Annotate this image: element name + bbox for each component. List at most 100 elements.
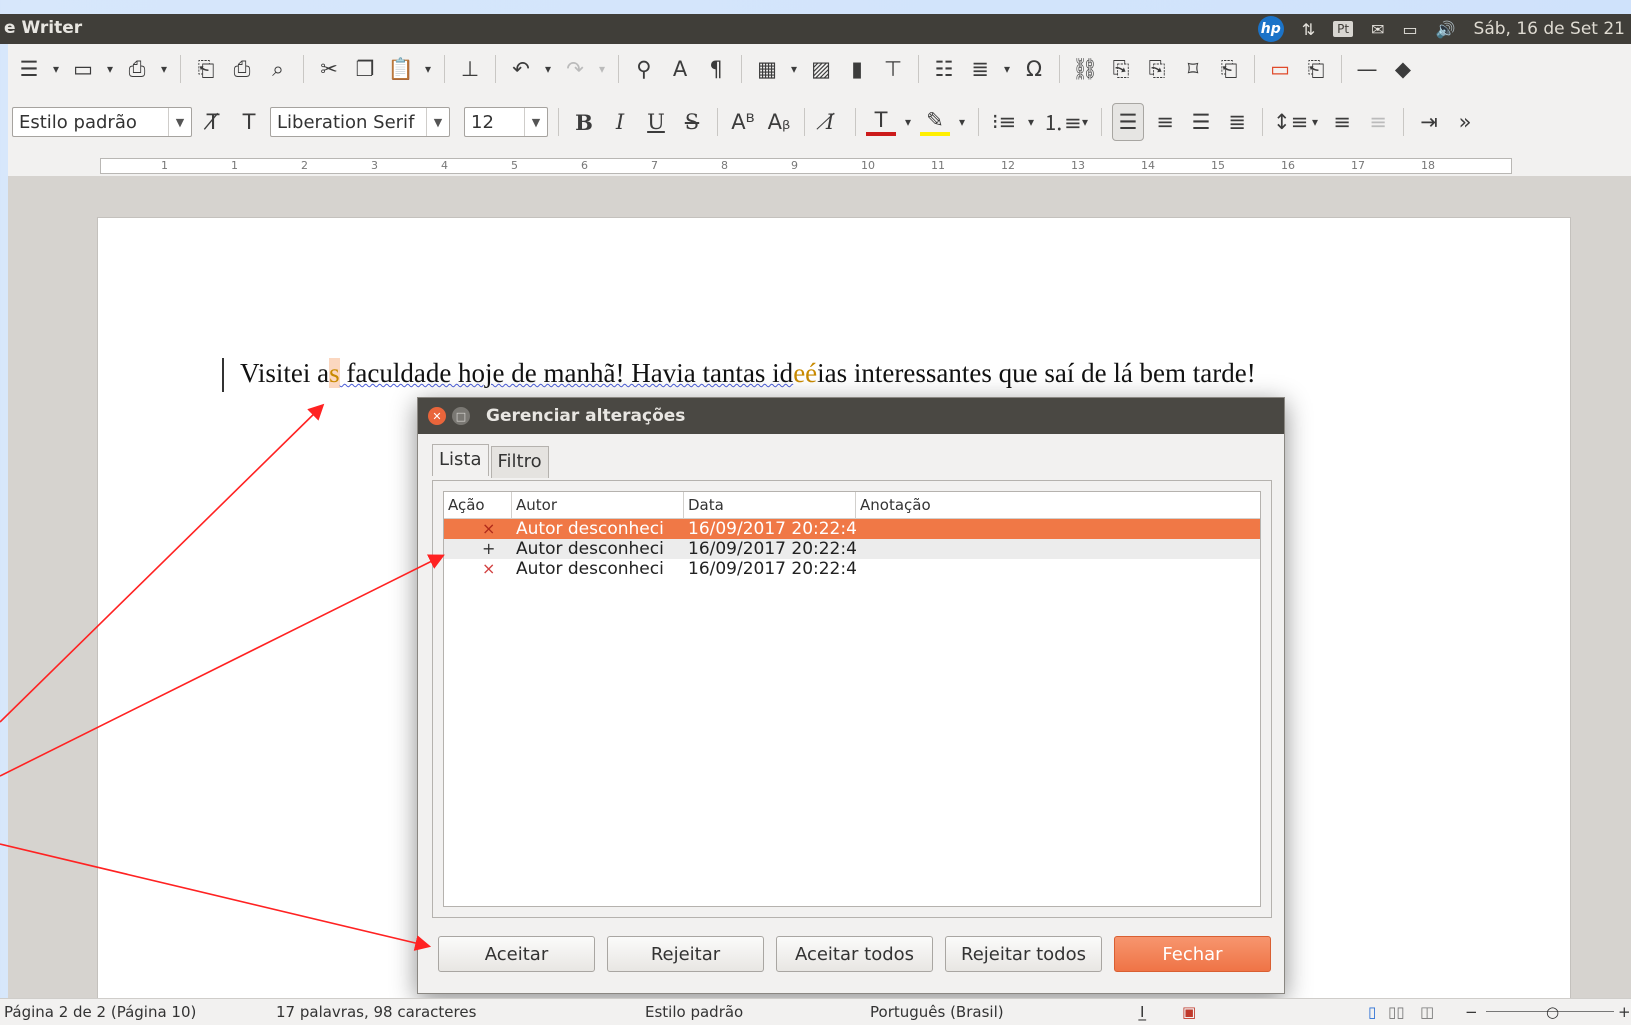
- zoom-slider-handle[interactable]: ○: [1546, 1003, 1559, 1021]
- battery-icon[interactable]: ▭: [1403, 20, 1418, 39]
- changes-list[interactable]: Ação Autor Data Anotação × Autor desconh…: [443, 491, 1261, 907]
- find-replace-icon[interactable]: ⚲: [629, 57, 659, 81]
- field-dropdown-icon[interactable]: ▾: [1001, 62, 1013, 76]
- align-right-icon[interactable]: ☰: [1186, 110, 1216, 134]
- reject-button[interactable]: Rejeitar: [607, 936, 764, 972]
- network-arrows-icon[interactable]: ⇅: [1302, 20, 1315, 39]
- single-page-view-icon[interactable]: ▯: [1368, 1003, 1376, 1021]
- close-icon[interactable]: ✕: [428, 407, 446, 425]
- paste-icon[interactable]: 📋: [386, 57, 416, 82]
- table-row[interactable]: × Autor desconheci 16/09/2017 20:22:4: [444, 559, 1260, 579]
- table-dropdown-icon[interactable]: ▾: [788, 62, 800, 76]
- spelling-icon[interactable]: A: [665, 57, 695, 81]
- highlighting-icon[interactable]: ✎: [920, 108, 950, 136]
- strikethrough-icon[interactable]: S: [677, 110, 707, 134]
- subscript-icon[interactable]: Aᵦ: [764, 110, 794, 134]
- font-size-combo[interactable]: 12 ▼: [464, 107, 548, 137]
- increase-indent-icon[interactable]: ⇥: [1414, 110, 1444, 134]
- formatting-marks-icon[interactable]: ¶: [701, 57, 731, 81]
- table-row[interactable]: × Autor desconheci 16/09/2017 20:22:4: [444, 519, 1260, 539]
- decrease-paragraph-spacing-icon[interactable]: ≡: [1363, 110, 1393, 134]
- track-changes-icon[interactable]: ⎗: [1301, 57, 1331, 82]
- hyperlink-icon[interactable]: ⛓: [1070, 57, 1100, 82]
- close-button[interactable]: Fechar: [1114, 936, 1271, 972]
- print-icon[interactable]: ⎙: [227, 57, 257, 82]
- keyboard-language-indicator[interactable]: Pt: [1333, 21, 1354, 37]
- insert-field-icon[interactable]: ≣: [965, 57, 995, 81]
- status-word-count[interactable]: 17 palavras, 98 caracteres: [276, 1003, 476, 1021]
- document-modified-icon[interactable]: ▣: [1182, 1003, 1196, 1021]
- dialog-titlebar[interactable]: ✕ □ Gerenciar alterações: [418, 398, 1284, 434]
- footnote-icon[interactable]: ⎘: [1106, 57, 1136, 82]
- unordered-list-icon[interactable]: ⁝≡: [989, 110, 1019, 134]
- comment-icon[interactable]: ▭: [1265, 57, 1295, 81]
- basic-shapes-icon[interactable]: ◆: [1388, 57, 1418, 81]
- print-preview-icon[interactable]: ⌕: [263, 57, 293, 82]
- endnote-icon[interactable]: ⎘: [1142, 57, 1172, 82]
- book-view-icon[interactable]: ◫: [1420, 1003, 1434, 1021]
- insert-page-break-icon[interactable]: ☷: [929, 57, 959, 81]
- insert-chart-icon[interactable]: ▮: [842, 57, 872, 81]
- superscript-icon[interactable]: Aᴮ: [728, 110, 758, 134]
- align-center-icon[interactable]: ≡: [1150, 110, 1180, 134]
- update-style-icon[interactable]: T̸: [198, 110, 228, 134]
- volume-icon[interactable]: 🔊: [1436, 20, 1456, 39]
- status-language[interactable]: Português (Brasil): [870, 1003, 1004, 1021]
- horizontal-ruler[interactable]: 1 1 2 3 4 5 6 7 8 9 10 11 12 13 14 15 16 17 18: [100, 158, 1512, 174]
- maximize-icon[interactable]: □: [452, 407, 470, 425]
- column-header-data[interactable]: Data: [684, 492, 856, 518]
- underline-icon[interactable]: U: [641, 110, 671, 134]
- font-name-combo[interactable]: Liberation Serif ▼: [270, 107, 450, 137]
- zoom-out-icon[interactable]: −: [1465, 1003, 1478, 1021]
- accept-button[interactable]: Aceitar: [438, 936, 595, 972]
- open-folder-icon[interactable]: ▭: [68, 57, 98, 81]
- spacing-dropdown-icon[interactable]: ▾: [1309, 115, 1321, 129]
- clock[interactable]: Sáb, 16 de Set 21: [1474, 19, 1625, 39]
- insert-line-icon[interactable]: —: [1352, 57, 1382, 81]
- chevron-down-icon[interactable]: ▼: [524, 108, 547, 136]
- ordered-list-dropdown-icon[interactable]: ▾: [1079, 115, 1091, 129]
- paragraph-style-combo[interactable]: Estilo padrão ▼: [12, 107, 192, 137]
- column-header-anotacao[interactable]: Anotação: [856, 492, 1260, 518]
- chevron-down-icon[interactable]: ▼: [168, 108, 191, 136]
- clear-formatting-icon[interactable]: I̸: [815, 110, 845, 134]
- highlight-dropdown-icon[interactable]: ▾: [956, 115, 968, 129]
- insert-table-icon[interactable]: ▦: [752, 57, 782, 81]
- table-row[interactable]: + Autor desconheci 16/09/2017 20:22:4: [444, 539, 1260, 559]
- increase-paragraph-spacing-icon[interactable]: ≡: [1327, 110, 1357, 134]
- tab-lista[interactable]: Lista: [432, 444, 489, 476]
- insert-mode-icon[interactable]: I̲: [1140, 1003, 1144, 1021]
- insert-textbox-icon[interactable]: ⊤: [878, 57, 908, 81]
- column-header-acao[interactable]: Ação: [444, 492, 512, 518]
- tracked-change-word[interactable]: eé: [793, 358, 817, 388]
- status-page[interactable]: Página 2 de 2 (Página 10): [4, 1003, 196, 1021]
- redo-icon[interactable]: ↷: [560, 57, 590, 81]
- undo-dropdown-icon[interactable]: ▾: [542, 62, 554, 76]
- tab-filtro[interactable]: Filtro: [490, 446, 549, 478]
- more-options-icon[interactable]: »: [1450, 110, 1480, 134]
- tracked-insertion[interactable]: s: [329, 358, 340, 388]
- save-icon[interactable]: ⎙: [122, 57, 152, 82]
- font-color-dropdown-icon[interactable]: ▾: [902, 115, 914, 129]
- export-pdf-icon[interactable]: ⎗: [191, 57, 221, 82]
- align-left-icon[interactable]: ☰: [1112, 103, 1144, 141]
- status-page-style[interactable]: Estilo padrão: [645, 1003, 743, 1021]
- line-spacing-icon[interactable]: ↕≡: [1273, 110, 1308, 134]
- bookmark-icon[interactable]: ⌑: [1178, 57, 1208, 81]
- multi-page-view-icon[interactable]: ▯▯: [1388, 1003, 1405, 1021]
- new-document-icon[interactable]: ☰: [14, 57, 44, 81]
- cut-icon[interactable]: ✂: [314, 57, 344, 81]
- document-paragraph[interactable]: Visitei as faculdade hoje de manhã! Havi…: [240, 358, 1256, 389]
- accept-all-button[interactable]: Aceitar todos: [776, 936, 933, 972]
- new-style-icon[interactable]: T: [234, 110, 264, 134]
- undo-icon[interactable]: ↶: [506, 57, 536, 81]
- paste-dropdown-icon[interactable]: ▾: [422, 62, 434, 76]
- insert-image-icon[interactable]: ▨: [806, 57, 836, 81]
- copy-icon[interactable]: ❐: [350, 57, 380, 81]
- ordered-list-icon[interactable]: ⒈≡: [1043, 107, 1082, 137]
- justify-icon[interactable]: ≣: [1222, 110, 1252, 134]
- cross-reference-icon[interactable]: ⎗: [1214, 57, 1244, 82]
- chevron-down-icon[interactable]: ▼: [426, 108, 449, 136]
- clone-formatting-icon[interactable]: ⊥: [455, 57, 485, 81]
- redo-dropdown-icon[interactable]: ▾: [596, 62, 608, 76]
